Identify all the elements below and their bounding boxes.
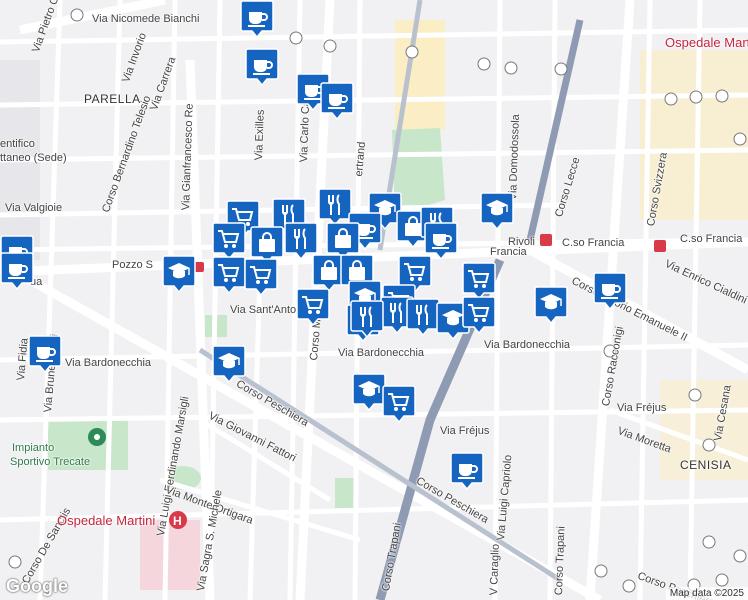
map-marker-cart[interactable] xyxy=(462,262,496,300)
svg-text:H: H xyxy=(173,514,182,528)
map-attribution[interactable]: Map data ©2025 xyxy=(665,587,748,600)
map-marker-fork-knife[interactable] xyxy=(406,298,440,336)
street-label: Via Bardonecchia xyxy=(484,339,571,351)
street-label: Via Nicomede Bianchi xyxy=(92,13,200,25)
map-marker-cart[interactable] xyxy=(296,288,330,326)
street-label: Via Sant'Anto xyxy=(230,304,297,316)
map-marker-graduation-cap[interactable] xyxy=(212,345,246,383)
map-marker-coffee[interactable] xyxy=(0,252,34,290)
map-marker-coffee[interactable] xyxy=(245,48,279,86)
map-canvas[interactable]: H Via Nicomede Bianchi Via Pietro Cossa … xyxy=(0,0,748,600)
street-label: Corso Trapani xyxy=(553,525,568,596)
map-marker-coffee[interactable] xyxy=(320,82,354,120)
map-marker-coffee[interactable] xyxy=(450,452,484,490)
street-label: Pozzo S xyxy=(112,259,153,271)
hospital-label: Ospedale Martini xyxy=(57,513,156,528)
map-marker-fork-knife[interactable] xyxy=(350,300,384,338)
street-label: Via Fréjus xyxy=(617,402,667,414)
street-label: Via Bardonecchia xyxy=(65,357,152,369)
street-label: Via Bardonecchia xyxy=(338,347,425,359)
street-label: Via Exilles xyxy=(253,109,267,161)
map-marker-graduation-cap[interactable] xyxy=(352,373,386,411)
district-label: PARELLA xyxy=(84,92,141,106)
poi-label: Impianto xyxy=(12,442,55,454)
map-marker-graduation-cap[interactable] xyxy=(534,286,568,324)
street-label: Via Fréjus xyxy=(440,425,490,437)
google-logo: Google xyxy=(6,576,68,596)
hospital-label: Ospedale Marti xyxy=(665,35,748,50)
map-marker-coffee[interactable] xyxy=(593,272,627,310)
map-marker-coffee[interactable] xyxy=(240,0,274,38)
poi-label: ttaneo (Sede) xyxy=(0,152,67,164)
street-label: V Caraglio xyxy=(488,543,502,596)
map-marker-cart[interactable] xyxy=(462,296,496,334)
metro-label: Rivoli xyxy=(508,236,535,248)
district-label: CENISIA xyxy=(680,458,732,472)
street-label: C.so Francia xyxy=(562,237,625,249)
map-marker-cart[interactable] xyxy=(244,258,278,296)
poi-label: Sportivo Trecate xyxy=(10,456,91,468)
poi-label: entifico xyxy=(0,138,35,150)
map-marker-cart[interactable] xyxy=(212,256,246,294)
street-label: Via Valgioie xyxy=(5,202,63,214)
map-marker-graduation-cap[interactable] xyxy=(162,255,196,293)
map-marker-coffee[interactable] xyxy=(28,335,62,373)
map-marker-graduation-cap[interactable] xyxy=(480,192,514,230)
map-marker-cart[interactable] xyxy=(382,385,416,423)
street-label: C.so Francia xyxy=(680,233,743,245)
map-marker-fork-knife[interactable] xyxy=(318,188,352,226)
map-marker-cart[interactable] xyxy=(212,222,246,260)
